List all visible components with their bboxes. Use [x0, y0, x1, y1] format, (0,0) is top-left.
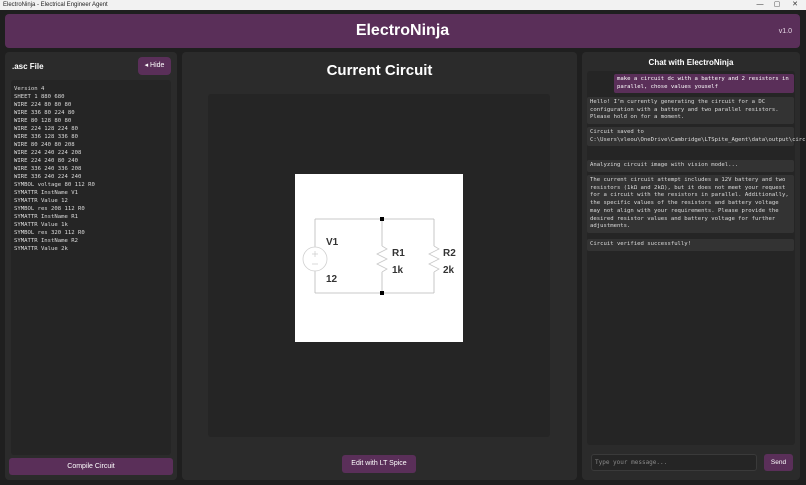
app-header: ElectroNinja v1.0 — [5, 14, 800, 48]
code-line: WIRE 80 128 80 80 — [14, 118, 72, 124]
r1-name: R1 — [392, 248, 405, 259]
circuit-canvas: V1 12 R1 1k R2 2k — [208, 94, 550, 437]
code-line: WIRE 336 240 336 208 — [14, 166, 82, 172]
r2-value: 2k — [443, 265, 455, 276]
asc-file-panel: .asc File ◂ Hide Version 4 SHEET 1 880 6… — [5, 52, 177, 480]
circuit-title: Current Circuit — [326, 62, 433, 79]
code-line: WIRE 336 128 336 80 — [14, 134, 78, 140]
edit-ltspice-button[interactable]: Edit with LT Spice — [342, 455, 416, 473]
code-line: SHEET 1 880 680 — [14, 94, 65, 100]
asc-file-title: .asc File — [12, 62, 44, 71]
circuit-schematic: V1 12 R1 1k R2 2k — [302, 217, 456, 295]
r1-value: 1k — [392, 265, 404, 276]
code-line: SYMBOL res 320 112 R0 — [14, 230, 85, 236]
chat-panel: Chat with ElectroNinja make a circuit dc… — [582, 52, 806, 480]
code-line: WIRE 80 240 80 208 — [14, 142, 75, 148]
window-title: ElectroNinja - Electrical Engineer Agent — [3, 2, 108, 8]
code-line: WIRE 224 240 80 240 — [14, 158, 78, 164]
chat-message-user: make a circuit dc with a battery and 2 r… — [614, 74, 794, 94]
code-line: SYMATTR InstName R2 — [14, 238, 78, 244]
minimize-button[interactable]: — — [751, 0, 769, 10]
chat-message-bot: Analyzing circuit image with vision mode… — [587, 160, 794, 172]
r2-name: R2 — [443, 248, 456, 259]
circuit-image: V1 12 R1 1k R2 2k — [295, 174, 463, 342]
hide-button-label: Hide — [150, 62, 165, 69]
chat-message-input[interactable] — [591, 454, 757, 471]
code-line: Version 4 — [14, 86, 45, 92]
code-line: WIRE 224 240 224 208 — [14, 150, 82, 156]
code-line: SYMATTR Value 1k — [14, 222, 68, 228]
chevron-left-icon: ◂ — [144, 62, 149, 69]
resistor-r2-symbol — [428, 245, 440, 273]
maximize-button[interactable]: ▢ — [768, 0, 786, 10]
send-button[interactable]: Send — [764, 454, 793, 471]
code-line: SYMATTR InstName R1 — [14, 214, 78, 220]
code-line: WIRE 336 80 224 80 — [14, 110, 75, 116]
asc-code-editor[interactable]: Version 4 SHEET 1 880 680 WIRE 224 80 80… — [11, 80, 171, 455]
v1-value: 12 — [326, 274, 338, 285]
chat-message-bot: Circuit verified successfully! — [587, 239, 794, 251]
code-line: SYMATTR InstName V1 — [14, 190, 78, 196]
code-line: WIRE 224 80 80 80 — [14, 102, 72, 108]
close-button[interactable]: ✕ — [786, 0, 804, 10]
chat-message-bot: The current circuit attempt includes a 1… — [587, 175, 794, 233]
chat-title: Chat with ElectroNinja — [648, 58, 734, 67]
code-line: SYMATTR Value 12 — [14, 198, 68, 204]
version-label: v1.0 — [778, 28, 792, 35]
code-line: WIRE 336 240 224 240 — [14, 174, 82, 180]
code-line: WIRE 224 128 224 80 — [14, 126, 78, 132]
resistor-r1-symbol — [376, 245, 388, 273]
circuit-panel: Current Circuit V1 12 R1 1k R2 2k Edit w… — [182, 52, 577, 480]
chat-history: make a circuit dc with a battery and 2 r… — [587, 71, 806, 445]
hide-button[interactable]: ◂ Hide — [138, 57, 171, 75]
app-title: ElectroNinja — [355, 22, 450, 39]
chat-message-bot: Circuit saved to C:\Users\vleou\OneDrive… — [587, 127, 806, 147]
window-titlebar: ElectroNinja - Electrical Engineer Agent… — [0, 0, 806, 10]
code-line: SYMATTR Value 2k — [14, 246, 68, 252]
chat-message-bot: Hello! I’m currently generating the circ… — [587, 97, 794, 125]
code-line: SYMBOL voltage 80 112 R0 — [14, 182, 95, 188]
compile-circuit-button[interactable]: Compile Circuit — [9, 458, 173, 475]
code-line: SYMBOL res 208 112 R0 — [14, 206, 85, 212]
battery-symbol — [302, 246, 328, 272]
v1-name: V1 — [326, 237, 339, 248]
